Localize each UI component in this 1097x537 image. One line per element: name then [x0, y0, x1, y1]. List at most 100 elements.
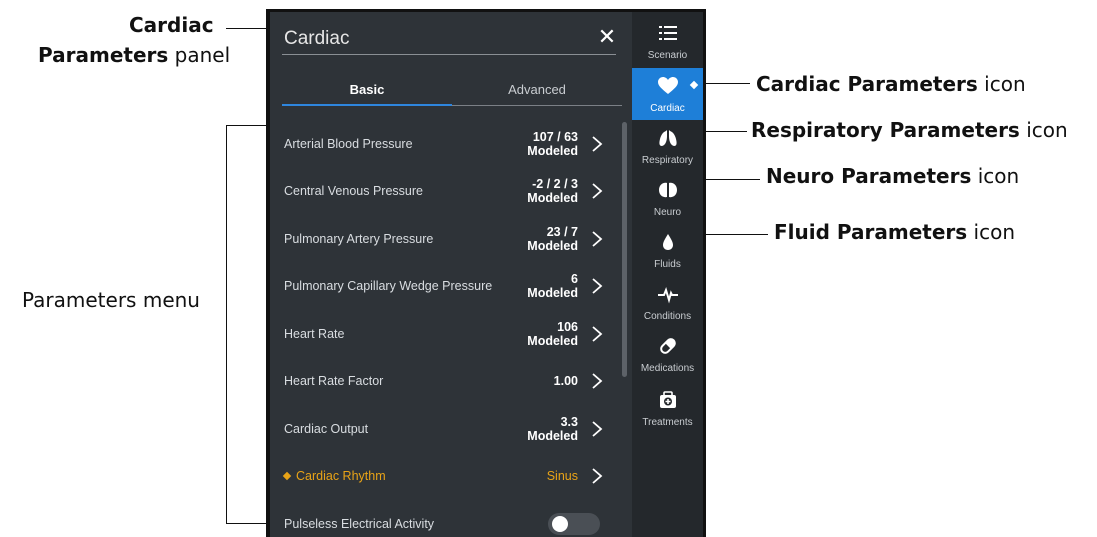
chevron-right-icon	[590, 371, 604, 391]
param-label: Cardiac Output	[284, 421, 369, 436]
callout-panel-line2-bold: Parameters	[38, 43, 169, 67]
chevron-right-icon	[590, 276, 604, 296]
medkit-icon	[659, 391, 676, 408]
callout-cardiac-icon: Cardiac Parameters icon	[756, 73, 1026, 95]
param-value-primary: 23 / 7	[546, 224, 578, 239]
param-value-source: Modeled	[527, 191, 578, 206]
callout-cardiac-panel: Cardiac	[129, 14, 214, 36]
callout-panel-line1: Cardiac	[129, 13, 214, 37]
callout-fluid-bold: Fluid Parameters	[774, 220, 968, 244]
callout-menu-bracket-vertical	[226, 125, 227, 524]
nav-label: Respiratory	[641, 155, 694, 166]
callout-menu-bracket-top	[226, 125, 266, 126]
param-label: Heart Rate	[284, 326, 345, 341]
callout-panel-line2-normal: panel	[168, 43, 231, 67]
param-label: Pulmonary Artery Pressure	[284, 231, 434, 246]
nav-medications[interactable]: Medications	[632, 328, 703, 380]
param-value-source: Modeled	[527, 428, 578, 443]
param-value-source: Modeled	[527, 143, 578, 158]
param-label: Heart Rate Factor	[284, 374, 384, 389]
panel-title: Cardiac	[284, 28, 350, 49]
param-value: 1.00	[553, 374, 578, 389]
param-value-primary: 6	[571, 272, 578, 287]
nav-scenario[interactable]: Scenario	[632, 15, 703, 67]
callout-respiratory-icon: Respiratory Parameters icon	[751, 119, 1068, 141]
parameters-menu: Arterial Blood Pressure 107 / 63 Modeled …	[270, 120, 622, 537]
nav-respiratory[interactable]: Respiratory	[632, 120, 703, 172]
callout-menu-text: Parameters menu	[22, 288, 200, 312]
nav-label: Scenario	[647, 50, 688, 61]
callout-neuro-icon: Neuro Parameters icon	[766, 165, 1019, 187]
param-label: Pulmonary Capillary Wedge Pressure	[284, 279, 493, 294]
param-value: 23 / 7 Modeled	[527, 225, 578, 253]
param-value-source: Modeled	[527, 286, 578, 301]
callout-panel-leader	[226, 28, 268, 29]
param-row-central-venous-pressure[interactable]: Central Venous Pressure -2 / 2 / 3 Modele…	[270, 168, 622, 216]
callout-respiratory-suffix: icon	[1019, 118, 1068, 142]
param-row-pulseless-electrical-activity: Pulseless Electrical Activity	[270, 500, 622, 537]
nav-label: Treatments	[642, 417, 693, 428]
param-value: 3.3 Modeled	[527, 415, 578, 443]
param-row-cardiac-output[interactable]: Cardiac Output 3.3 Modeled	[270, 405, 622, 453]
lungs-icon	[658, 130, 677, 146]
param-value-source: Modeled	[527, 238, 578, 253]
close-button[interactable]: ✕	[596, 26, 618, 48]
chevron-right-icon	[590, 229, 604, 249]
callout-menu-bracket-bottom	[226, 523, 266, 524]
chevron-right-icon	[590, 466, 604, 486]
tab-advanced[interactable]: Advanced	[452, 78, 622, 106]
param-row-heart-rate-factor[interactable]: Heart Rate Factor 1.00	[270, 358, 622, 406]
nav-label: Neuro	[653, 207, 682, 218]
title-underline	[282, 54, 616, 55]
callout-respiratory-bold: Respiratory Parameters	[751, 118, 1020, 142]
param-label: Central Venous Pressure	[284, 184, 423, 199]
nav-cardiac[interactable]: Cardiac	[632, 68, 703, 120]
cardiac-parameters-panel: Cardiac ✕ Basic Advanced Arterial Blood …	[266, 9, 632, 537]
callout-cardiac-leader	[706, 83, 750, 84]
nav-label: Cardiac	[650, 103, 685, 114]
param-row-cardiac-rhythm[interactable]: Cardiac Rhythm Sinus	[270, 453, 622, 501]
parameters-sidenav: Scenario Cardiac Respiratory Neuro Fluid…	[632, 9, 706, 537]
pulse-icon	[657, 286, 678, 304]
chevron-right-icon	[590, 134, 604, 154]
pea-toggle[interactable]	[548, 512, 600, 535]
scrollbar[interactable]	[622, 122, 627, 377]
callout-cardiac-bold: Cardiac Parameters	[756, 72, 978, 96]
param-row-pulmonary-artery-pressure[interactable]: Pulmonary Artery Pressure 23 / 7 Modeled	[270, 215, 622, 263]
panel-tabs: Basic Advanced	[282, 78, 622, 106]
param-row-heart-rate[interactable]: Heart Rate 106 Modeled	[270, 310, 622, 358]
panel-header: Cardiac ✕	[270, 12, 632, 68]
callout-cardiac-suffix: icon	[977, 72, 1026, 96]
param-value: 6 Modeled	[527, 272, 578, 300]
chevron-right-icon	[590, 419, 604, 439]
nav-label: Medications	[640, 363, 695, 374]
param-value-primary: 107 / 63	[532, 129, 578, 144]
param-row-pulmonary-capillary-wedge-pressure[interactable]: Pulmonary Capillary Wedge Pressure 6 Mode…	[270, 263, 622, 311]
callout-parameters-menu: Parameters menu	[22, 289, 200, 311]
pill-icon	[659, 338, 676, 354]
nav-conditions[interactable]: Conditions	[632, 276, 703, 328]
nav-fluids[interactable]: Fluids	[632, 224, 703, 276]
modified-diamond-icon	[689, 80, 699, 90]
param-label: Pulseless Electrical Activity	[284, 516, 435, 531]
modified-diamond-icon	[282, 472, 292, 481]
param-value-primary: 3.3	[560, 414, 578, 429]
chevron-right-icon	[590, 324, 604, 344]
brain-icon	[658, 182, 677, 198]
param-value: 106 Modeled	[527, 320, 578, 348]
param-value: Sinus	[546, 469, 578, 484]
param-value-primary: -2 / 2 / 3	[532, 177, 578, 192]
heart-icon	[657, 77, 678, 94]
tab-basic[interactable]: Basic	[282, 78, 452, 106]
callout-neuro-bold: Neuro Parameters	[766, 164, 972, 188]
param-value-source: Modeled	[527, 333, 578, 348]
param-row-arterial-blood-pressure[interactable]: Arterial Blood Pressure 107 / 63 Modeled	[270, 120, 622, 168]
nav-treatments[interactable]: Treatments	[632, 382, 703, 434]
callout-cardiac-panel-2: Parameters panel	[38, 44, 230, 66]
param-value: 107 / 63 Modeled	[527, 130, 578, 158]
nav-label: Conditions	[643, 311, 692, 322]
nav-label: Fluids	[654, 259, 681, 270]
toggle-knob	[552, 515, 568, 532]
nav-neuro[interactable]: Neuro	[632, 172, 703, 224]
callout-neuro-suffix: icon	[971, 164, 1020, 188]
